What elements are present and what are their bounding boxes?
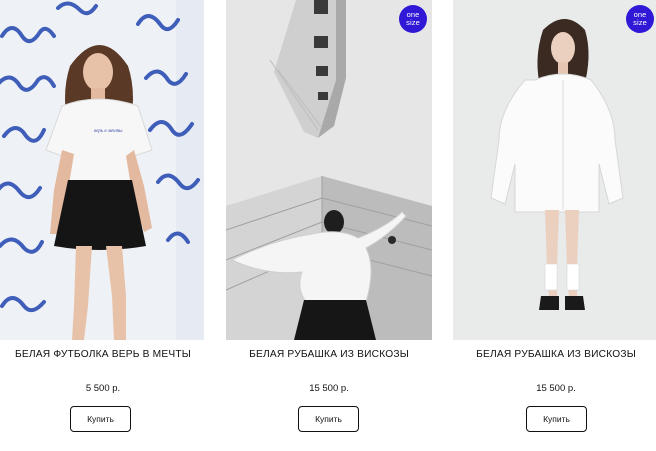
product-card[interactable]: one size БЕЛАЯ РУБАШКА ИЗ ВИСКОЗЫ 15 500… [226,0,432,451]
one-size-badge: one size [626,5,654,33]
product-price: 15 500 р. [536,383,576,394]
buy-button[interactable]: Купить [70,406,131,432]
product-title[interactable]: БЕЛАЯ ФУТБОЛКА ВЕРЬ В МЕЧТЫ [0,349,206,360]
one-size-badge: one size [399,5,427,33]
product-price: 5 500 р. [85,383,121,394]
product-title[interactable]: БЕЛАЯ РУБАШКА ИЗ ВИСКОЗЫ [226,349,432,360]
buy-button[interactable]: Купить [298,406,359,432]
product-image[interactable]: one size [453,0,656,340]
product-image[interactable]: one size [226,0,432,340]
product-card[interactable]: верь в мечты БЕЛАЯ ФУТБОЛКА ВЕРЬ В МЕЧТЫ… [0,0,206,451]
badge-line-2: size [406,18,420,27]
svg-text:верь в мечты: верь в мечты [94,129,123,134]
product-title[interactable]: БЕЛАЯ РУБАШКА ИЗ ВИСКОЗЫ [453,349,656,360]
buy-button[interactable]: Купить [526,406,587,432]
badge-line-2: size [633,18,647,27]
product-card[interactable]: one size БЕЛАЯ РУБАШКА ИЗ ВИСКОЗЫ 15 500… [453,0,656,451]
product-image[interactable]: верь в мечты [0,0,204,340]
product-price: 15 500 р. [309,383,349,394]
